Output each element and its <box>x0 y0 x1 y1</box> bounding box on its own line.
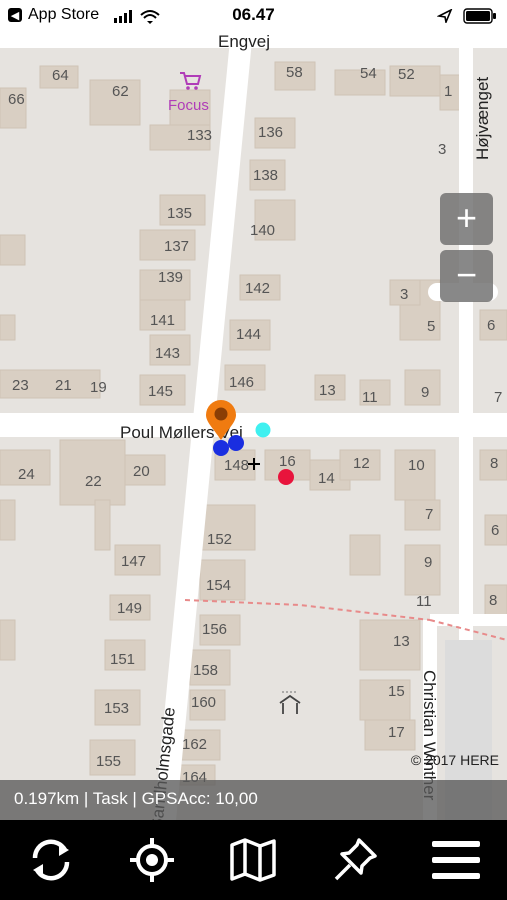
house-number: 64 <box>52 67 69 84</box>
house-number: 137 <box>164 238 189 255</box>
pin-icon <box>334 838 377 881</box>
house-number: 155 <box>96 753 121 770</box>
house-number: 158 <box>193 662 218 679</box>
street-engvej: Engvej <box>218 32 270 51</box>
house-number: 146 <box>229 374 254 391</box>
house-number: 6 <box>487 317 495 334</box>
locate-button[interactable] <box>122 830 182 890</box>
signal-wifi-icons <box>114 10 160 24</box>
bottom-toolbar <box>0 820 507 900</box>
zoom-in-button[interactable]: + <box>440 193 493 245</box>
house-number: 11 <box>416 593 432 610</box>
house-number: 160 <box>191 694 216 711</box>
pin-button[interactable] <box>325 830 385 890</box>
house-number: 23 <box>12 377 29 394</box>
house-number: 21 <box>55 377 72 394</box>
house-number: 154 <box>206 577 231 594</box>
house-number: 16 <box>279 453 296 470</box>
house-number: 54 <box>360 65 377 82</box>
house-number: 3 <box>438 141 446 158</box>
battery-icon <box>463 8 496 24</box>
map-view[interactable]: Engvej Poul Møllers Vej Højvænget Sandho… <box>0 30 507 820</box>
house-number: 24 <box>18 466 35 483</box>
house-number: 140 <box>250 222 275 239</box>
cyan-marker[interactable] <box>255 422 271 438</box>
house-number: 135 <box>167 205 192 222</box>
house-number: 151 <box>110 651 135 668</box>
house-number: 5 <box>427 318 435 335</box>
house-number: 13 <box>393 633 410 650</box>
map-icon <box>230 838 277 882</box>
house-number: 1 <box>444 83 452 100</box>
house-number: 66 <box>8 91 25 108</box>
info-bar: 0.197km | Task | GPSAcc: 10,00 <box>0 780 507 820</box>
house-number: 10 <box>408 457 425 474</box>
locate-icon <box>130 838 175 882</box>
refresh-icon <box>32 839 69 881</box>
blue-marker-2[interactable] <box>228 435 244 451</box>
status-bar: ◀ App Store 06.47 <box>0 0 507 30</box>
house-number: 9 <box>421 384 429 401</box>
house-number: 143 <box>155 345 180 362</box>
refresh-button[interactable] <box>21 830 81 890</box>
blue-marker-1[interactable] <box>213 440 229 456</box>
house-number: 149 <box>117 600 142 617</box>
red-marker[interactable] <box>278 469 294 485</box>
house-number: 14 <box>318 470 335 487</box>
house-number: 153 <box>104 700 129 717</box>
house-number: 136 <box>258 124 283 141</box>
house-number: 13 <box>319 382 336 399</box>
house-number: 138 <box>253 167 278 184</box>
house-number: 133 <box>187 127 212 144</box>
house-number: 19 <box>90 379 107 396</box>
status-icons <box>437 8 497 24</box>
house-number: 8 <box>489 592 497 609</box>
menu-icon <box>432 841 481 879</box>
house-number: 11 <box>362 389 378 406</box>
house-number: 7 <box>494 389 502 406</box>
house-number: 141 <box>150 312 175 329</box>
house-number: 7 <box>425 506 433 523</box>
map-copyright: © 2017 HERE <box>410 752 499 768</box>
zoom-out-button[interactable]: − <box>440 250 493 302</box>
house-number: 145 <box>148 383 173 400</box>
house-number: 15 <box>388 683 405 700</box>
house-number: 139 <box>158 269 183 286</box>
house-number: 144 <box>236 326 261 343</box>
poi-label: Focus <box>168 97 209 114</box>
house-number: 156 <box>202 621 227 638</box>
house-number: 17 <box>388 724 405 741</box>
house-number: 3 <box>400 286 408 303</box>
house-number: 58 <box>286 64 303 81</box>
house-number: 8 <box>490 455 498 472</box>
house-number: 20 <box>133 463 150 480</box>
house-number: 147 <box>121 553 146 570</box>
house-number: 62 <box>112 83 129 100</box>
clock: 06.47 <box>232 5 275 24</box>
house-number: 148 <box>224 457 249 474</box>
house-number: 52 <box>398 66 415 83</box>
house-number: 12 <box>353 455 370 472</box>
street-hojvaenget: Højvænget <box>473 77 492 160</box>
house-number: 22 <box>85 473 102 490</box>
house-number: 142 <box>245 280 270 297</box>
map-canvas[interactable]: Engvej Poul Møllers Vej Højvænget Sandho… <box>0 30 507 820</box>
house-number: 9 <box>424 554 432 571</box>
menu-button[interactable] <box>426 830 486 890</box>
location-arrow-icon <box>437 9 453 23</box>
house-number: 152 <box>207 531 232 548</box>
map-button[interactable] <box>223 830 283 890</box>
house-number: 162 <box>182 736 207 753</box>
house-number: 6 <box>491 522 499 539</box>
